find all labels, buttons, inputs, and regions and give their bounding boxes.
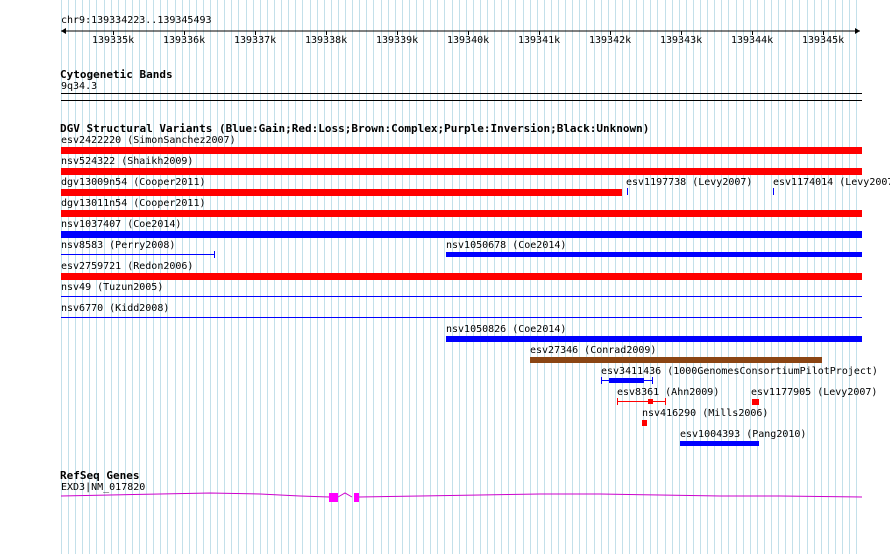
- genome-browser-panel[interactable]: chr9:139334223..139345493 139335k 139336…: [0, 0, 890, 554]
- gene-model-graphic: [60, 492, 863, 502]
